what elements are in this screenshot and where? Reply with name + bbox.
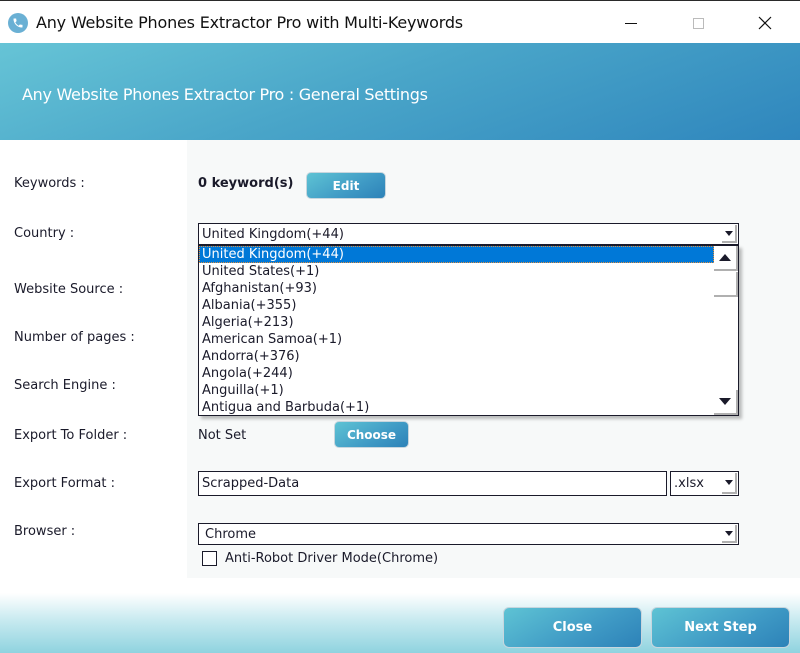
country-dropdown-toggle[interactable]: [722, 225, 737, 243]
country-label: Country :: [14, 226, 75, 241]
export-to-folder-label: Export To Folder :: [14, 428, 128, 443]
close-button[interactable]: Close: [503, 607, 642, 648]
country-option[interactable]: Andorra(+376): [199, 348, 714, 365]
anti-robot-checkbox[interactable]: [202, 551, 217, 566]
country-option[interactable]: Albania(+355): [199, 297, 714, 314]
keyword-count: 0 keyword(s): [198, 176, 294, 191]
edit-keywords-button[interactable]: Edit: [306, 172, 386, 199]
export-format-label: Export Format :: [14, 476, 116, 491]
keywords-label: Keywords :: [14, 176, 85, 191]
search-engine-label: Search Engine :: [14, 378, 116, 393]
export-filename-input[interactable]: Scrapped-Data: [198, 471, 667, 496]
country-option[interactable]: Anguilla(+1): [199, 382, 714, 399]
country-option[interactable]: American Samoa(+1): [199, 331, 714, 348]
format-dropdown-toggle[interactable]: [722, 473, 737, 494]
page-title: Any Website Phones Extractor Pro : Gener…: [22, 85, 428, 104]
country-option[interactable]: United Kingdom(+44): [199, 246, 714, 263]
scroll-down-button[interactable]: [714, 390, 738, 415]
country-dropdown-list[interactable]: United Kingdom(+44) United States(+1) Afgh…: [198, 245, 739, 416]
country-option[interactable]: United States(+1): [199, 263, 714, 280]
country-option[interactable]: Algeria(+213): [199, 314, 714, 331]
website-source-label: Website Source :: [14, 282, 124, 297]
window-title: Any Website Phones Extractor Pro with Mu…: [36, 13, 463, 32]
browser-label: Browser :: [14, 524, 76, 539]
browser-select[interactable]: Chrome: [198, 523, 739, 545]
export-format-select[interactable]: .xlsx: [670, 471, 739, 496]
export-format-value: .xlsx: [674, 476, 704, 491]
scroll-thumb[interactable]: [714, 272, 738, 297]
chevron-down-icon: [724, 530, 733, 536]
export-folder-value: Not Set: [198, 428, 247, 443]
country-select[interactable]: United Kingdom(+44): [198, 223, 739, 245]
title-bar: Any Website Phones Extractor Pro with Mu…: [0, 0, 800, 43]
phone-icon: [8, 13, 28, 33]
dropdown-scrollbar[interactable]: [714, 246, 738, 415]
minimize-button[interactable]: [608, 7, 654, 39]
arrow-down-icon: [719, 398, 731, 405]
scroll-up-button[interactable]: [714, 246, 738, 271]
chevron-down-icon: [724, 230, 733, 236]
country-option[interactable]: Afghanistan(+93): [199, 280, 714, 297]
maximize-icon: [692, 17, 704, 29]
close-icon: [758, 16, 772, 30]
country-option[interactable]: Antigua and Barbuda(+1): [199, 399, 714, 415]
minimize-icon: [625, 22, 637, 24]
anti-robot-option[interactable]: Anti-Robot Driver Mode(Chrome): [202, 551, 438, 566]
choose-folder-button[interactable]: Choose: [334, 421, 409, 448]
close-window-button[interactable]: [742, 7, 788, 39]
browser-dropdown-toggle[interactable]: [722, 525, 737, 543]
anti-robot-label: Anti-Robot Driver Mode(Chrome): [225, 551, 439, 566]
chevron-down-icon: [724, 480, 733, 485]
maximize-button[interactable]: [675, 7, 721, 39]
arrow-up-icon: [719, 254, 731, 261]
country-selected-value: United Kingdom(+44): [202, 226, 344, 242]
country-options: United Kingdom(+44) United States(+1) Afgh…: [199, 246, 738, 415]
next-step-button[interactable]: Next Step: [651, 607, 790, 648]
browser-selected-value: Chrome: [205, 526, 256, 542]
number-of-pages-label: Number of pages :: [14, 330, 135, 345]
header-banner: Any Website Phones Extractor Pro : Gener…: [0, 43, 800, 140]
country-option[interactable]: Angola(+244): [199, 365, 714, 382]
